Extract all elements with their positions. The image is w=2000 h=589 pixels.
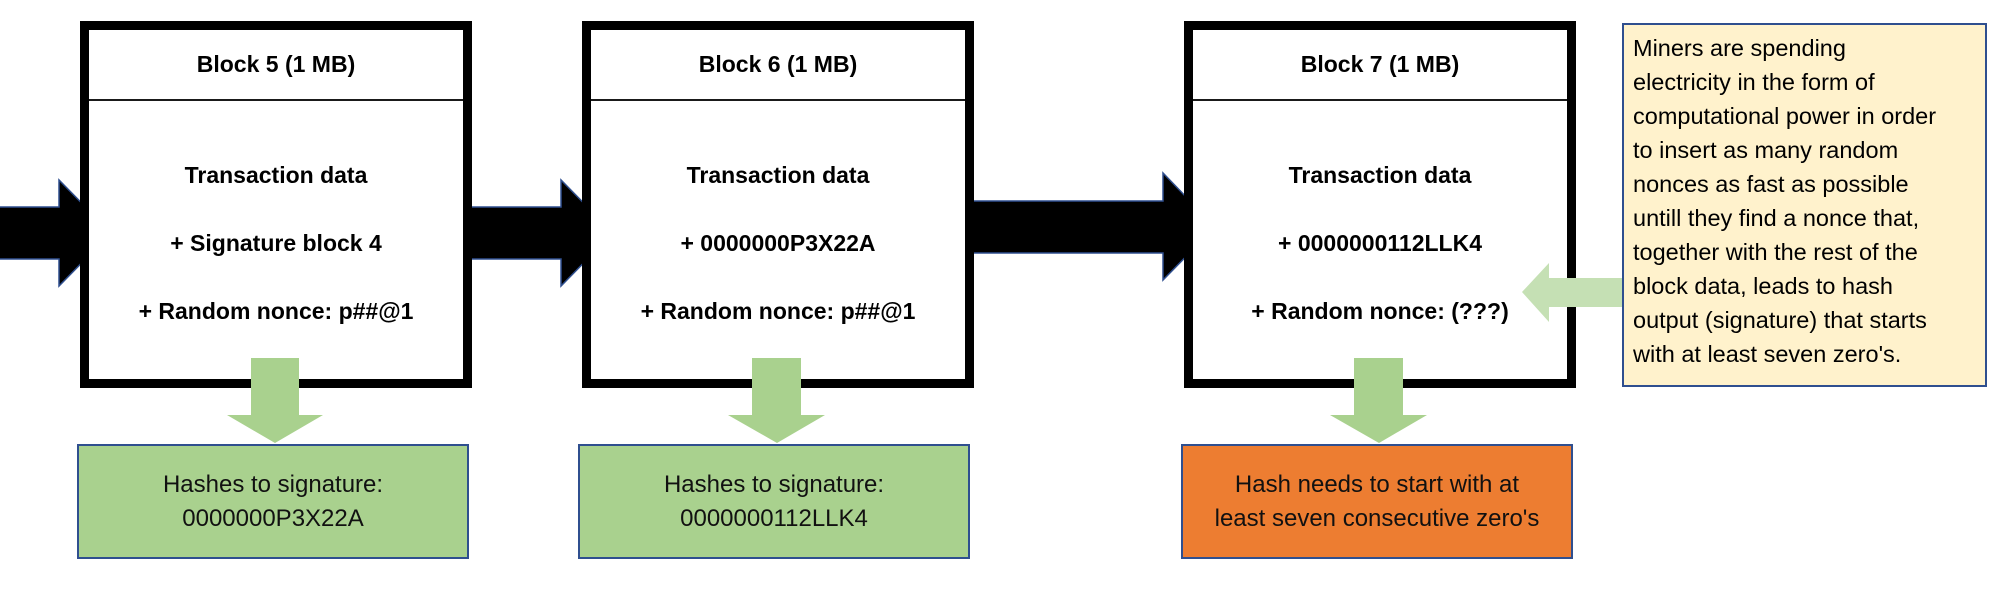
note-line: block data, leads to hash [1633,273,1893,299]
nonce-arrow-from-note [1522,263,1624,322]
note-line: output (signature) that starts [1633,307,1927,333]
note-line: nonces as fast as possible [1633,171,1909,197]
note-line: to insert as many random [1633,137,1899,163]
note-line: electricity in the form of [1633,69,1875,95]
hash-arrow-block-7 [1330,358,1427,443]
note-line: together with the rest of the [1633,239,1918,265]
note-line: Miners are spending [1633,35,1846,61]
note-line: computational power in order [1633,103,1937,129]
note-line: with at least seven zero's. [1633,341,1902,367]
note-line: untill they find a nonce that, [1633,205,1920,231]
hash-arrow-block-6 [728,358,825,443]
hash-arrow-block-5 [227,358,323,443]
mining-explanation-note: Miners are spending electricity in the f… [1622,23,1987,387]
